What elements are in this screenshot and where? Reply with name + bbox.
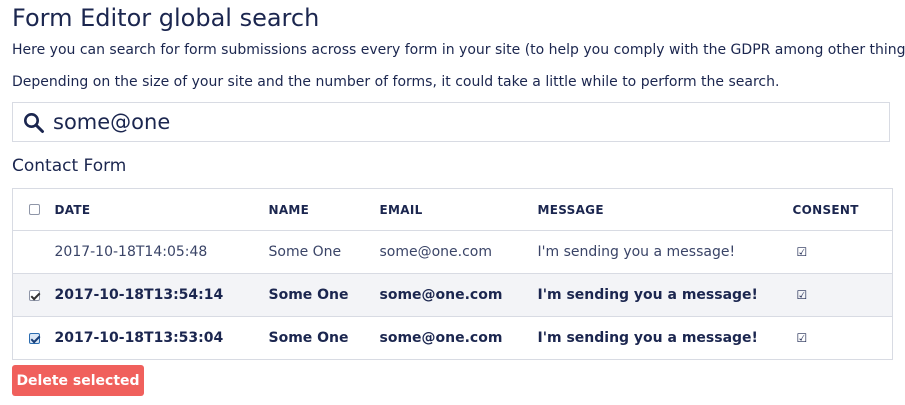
cell-name: Some One (268, 230, 380, 274)
search-input[interactable] (53, 107, 873, 137)
delete-selected-button[interactable]: Delete selected (12, 365, 144, 396)
cell-message: I'm sending you a message! (537, 316, 793, 360)
consent-check-icon: ☑ (796, 331, 808, 345)
select-all-checkbox[interactable] (29, 204, 40, 215)
row-checkbox[interactable] (29, 289, 40, 301)
row-select-cell (12, 273, 55, 317)
cell-message: I'm sending you a message! (537, 230, 793, 274)
page-description-note: Depending on the size of your site and t… (12, 74, 780, 90)
cell-date: 2017-10-18T13:53:04 (54, 316, 269, 360)
column-header-name[interactable]: NAME (268, 188, 380, 231)
page-description: Here you can search for form submissions… (12, 42, 905, 58)
row-select-cell (12, 316, 55, 360)
column-header-message[interactable]: MESSAGE (537, 188, 793, 231)
results-table: DATE NAME EMAIL MESSAGE CONSENT 2017-10-… (12, 188, 893, 360)
cell-name: Some One (268, 316, 380, 360)
column-header-email[interactable]: EMAIL (379, 188, 538, 231)
search-box[interactable] (12, 102, 890, 142)
table-row[interactable]: 2017-10-18T14:05:48 Some One some@one.co… (12, 230, 893, 274)
cell-name: Some One (268, 273, 380, 317)
table-row[interactable]: 2017-10-18T13:53:04 Some One some@one.co… (12, 316, 893, 360)
cell-consent: ☑ (792, 273, 893, 317)
row-checkbox[interactable] (29, 332, 40, 344)
cell-email: some@one.com (379, 273, 538, 317)
cell-date: 2017-10-18T14:05:48 (54, 230, 269, 274)
column-header-consent[interactable]: CONSENT (792, 188, 893, 231)
cell-consent: ☑ (792, 316, 893, 360)
table-header-row: DATE NAME EMAIL MESSAGE CONSENT (12, 188, 893, 231)
table-row[interactable]: 2017-10-18T13:54:14 Some One some@one.co… (12, 273, 893, 317)
cell-email: some@one.com (379, 230, 538, 274)
cell-consent: ☑ (792, 230, 893, 274)
page-title: Form Editor global search (12, 4, 320, 32)
select-all-cell (12, 188, 55, 231)
cell-message: I'm sending you a message! (537, 273, 793, 317)
row-select-cell (12, 230, 55, 274)
form-name-heading: Contact Form (12, 156, 127, 176)
consent-check-icon: ☑ (796, 288, 808, 302)
column-header-date[interactable]: DATE (54, 188, 269, 231)
cell-date: 2017-10-18T13:54:14 (54, 273, 269, 317)
cell-email: some@one.com (379, 316, 538, 360)
consent-check-icon: ☑ (796, 245, 808, 259)
search-icon (24, 113, 44, 133)
